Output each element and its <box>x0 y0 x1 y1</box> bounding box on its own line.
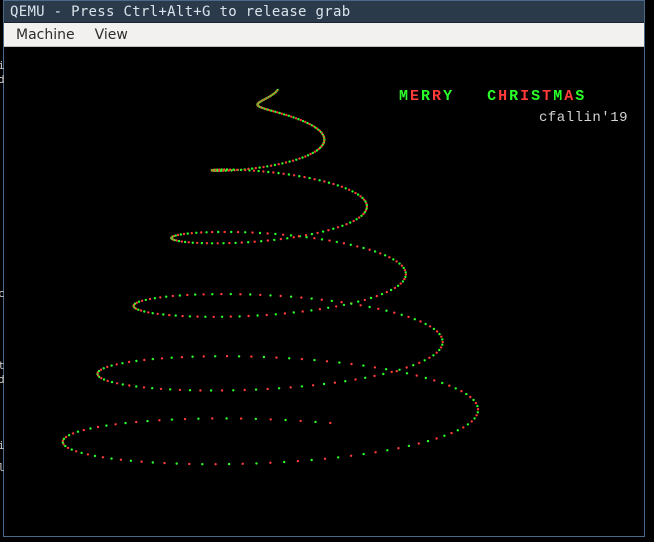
window-title: QEMU - Press Ctrl+Alt+G to release grab <box>10 4 350 20</box>
menu-machine[interactable]: Machine <box>12 25 85 45</box>
emulator-display[interactable]: MERRY CHRISTMAS cfallin'19 <box>4 48 644 536</box>
greeting-text: MERRY CHRISTMAS <box>399 88 586 105</box>
author-byline: cfallin'19 <box>539 110 628 126</box>
qemu-window: QEMU - Press Ctrl+Alt+G to release grab … <box>3 0 645 537</box>
window-titlebar[interactable]: QEMU - Press Ctrl+Alt+G to release grab <box>4 1 644 23</box>
menu-machine-label: Machine <box>16 27 75 43</box>
menu-view[interactable]: View <box>91 25 138 45</box>
menubar: Machine View <box>4 23 644 47</box>
menu-view-label: View <box>95 27 128 43</box>
